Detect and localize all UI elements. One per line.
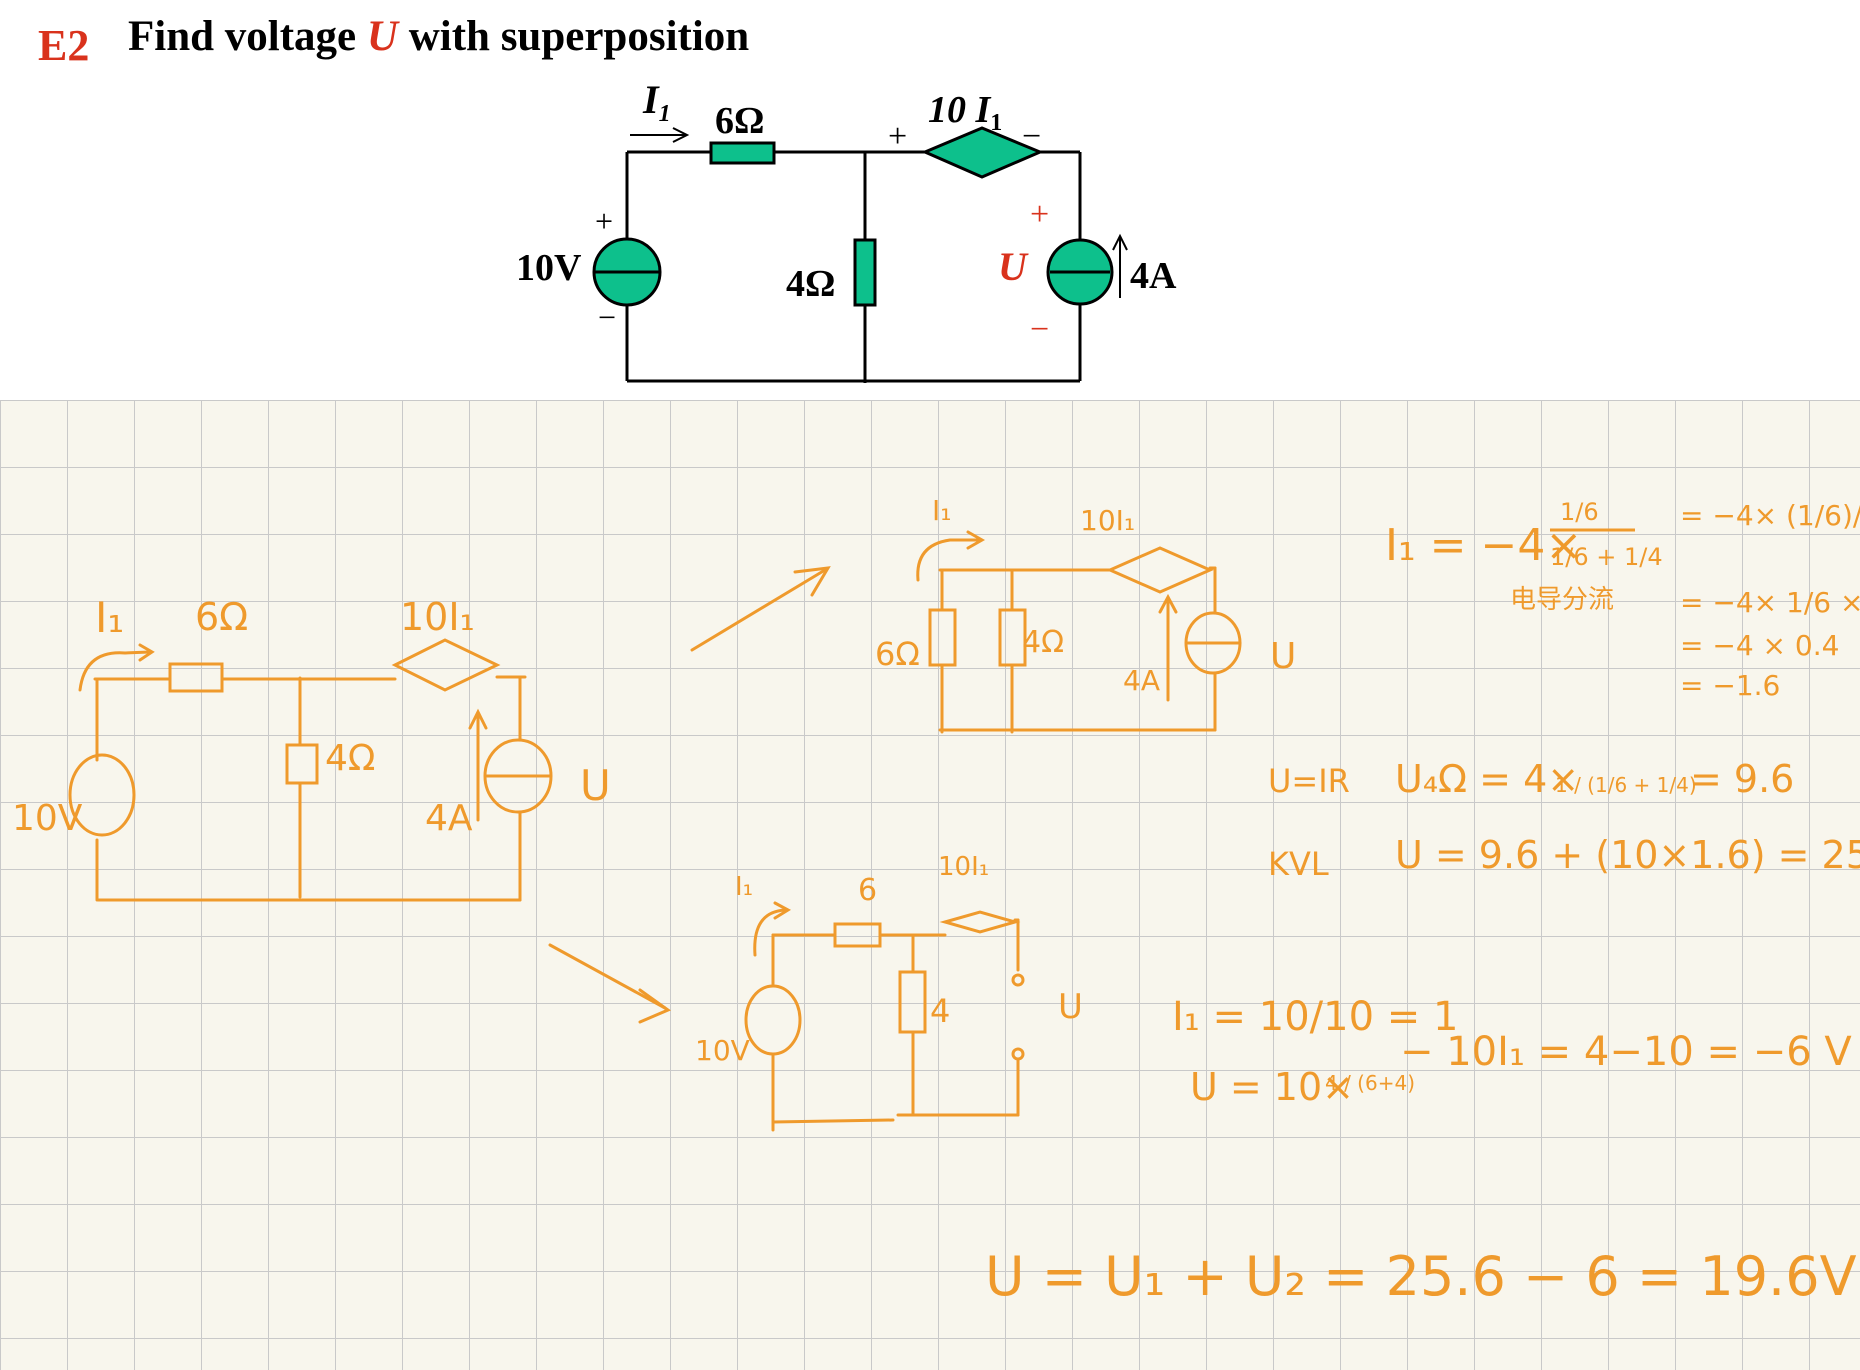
d1-r4: 4Ω xyxy=(325,738,375,779)
d1-dep: 10I₁ xyxy=(400,595,475,639)
d2-r6: 6Ω xyxy=(875,635,920,673)
calculations: I₁ = −4× 1/6 1/6 + 1/4 电导分流 = −4× (1/6)/… xyxy=(985,498,1860,1308)
calc-u2-end: − 10I₁ = 4−10 = −6 V xyxy=(1400,1029,1852,1075)
diagram-1 xyxy=(68,638,553,902)
calc-kvl: KVL xyxy=(1268,845,1329,883)
d3-v: 10V xyxy=(695,1034,750,1067)
diagram-2-labels: I₁ 10I₁ 6Ω 4Ω 4A U xyxy=(875,494,1296,697)
d2-i1: I₁ xyxy=(932,494,951,527)
d1-r6: 6Ω xyxy=(195,595,248,639)
d1-a: 4A xyxy=(425,798,473,839)
d2-u: U xyxy=(1270,636,1296,677)
diagram-2 xyxy=(916,530,1242,734)
calc-ohm: U=IR xyxy=(1268,762,1350,800)
calc-i1-rhs-a: = −4× (1/6)/(10/24) xyxy=(1680,499,1860,532)
d1-u: U xyxy=(580,761,611,810)
calc-i1-frac-bot: 1/6 + 1/4 xyxy=(1550,543,1663,571)
d1-i1: I₁ xyxy=(95,593,124,642)
d2-r4: 4Ω xyxy=(1022,625,1064,660)
calc-i1-rhs-d: = −1.6 xyxy=(1680,669,1780,702)
diagram-3-labels: I₁ 6 10I₁ 4 10V U xyxy=(695,852,1083,1067)
calc-final: U = U₁ + U₂ = 25.6 − 6 = 19.6V xyxy=(985,1245,1857,1308)
d3-u: U xyxy=(1058,987,1083,1027)
d2-dep: 10I₁ xyxy=(1080,504,1135,537)
d3-dep: 10I₁ xyxy=(938,852,989,882)
d2-a: 4A xyxy=(1123,664,1160,697)
calc-i1-rhs-c: = −4 × 0.4 xyxy=(1680,629,1839,662)
d3-i1: I₁ xyxy=(735,872,753,902)
calc-u4: U₄Ω = 4× xyxy=(1395,757,1579,801)
calc-i1-rhs-b: = −4× 1/6 × 24/10 xyxy=(1680,586,1860,619)
d3-r4: 4 xyxy=(930,992,950,1030)
d3-r6: 6 xyxy=(858,873,877,908)
calc-u4-frac: 1 / (1/6 + 1/4) xyxy=(1555,773,1697,797)
calc-u4-val: = 9.6 xyxy=(1690,757,1794,801)
diagram-3 xyxy=(744,901,1025,1132)
calc-u1: U = 9.6 + (10×1.6) = 25.6 V xyxy=(1395,833,1860,877)
calc-divider-cn: 电导分流 xyxy=(1510,585,1614,615)
handwriting-layer: I₁ 6Ω 10I₁ 4Ω 10V 4A U I₁ 10I₁ 6Ω 4Ω 4A … xyxy=(12,494,1860,1308)
d1-v: 10V xyxy=(12,798,83,839)
calc-i1-frac-top: 1/6 xyxy=(1560,498,1599,526)
